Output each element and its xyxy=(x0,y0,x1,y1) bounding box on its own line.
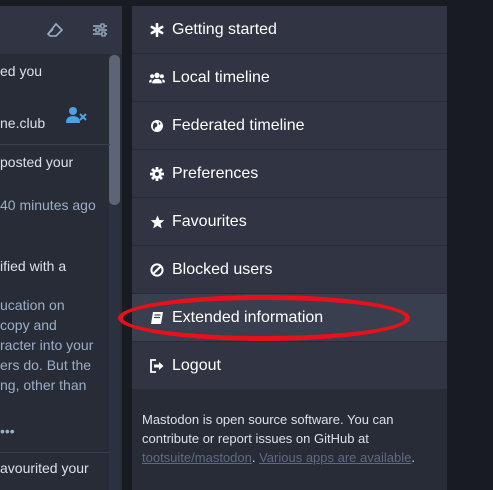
divider xyxy=(0,144,110,145)
notification-text: avourited your xyxy=(0,460,89,476)
divider xyxy=(0,452,110,453)
nav-item-label: Local timeline xyxy=(172,68,270,86)
status-content: ng, other than xyxy=(0,377,87,393)
footer-info: Mastodon is open source software. You ca… xyxy=(142,410,437,467)
notification-text: ed you xyxy=(0,63,43,79)
footer-text: Mastodon is open source software. You ca… xyxy=(142,412,394,446)
globe-icon xyxy=(149,118,165,134)
notification-account[interactable]: ne.club xyxy=(0,115,45,131)
notification-text: posted your xyxy=(0,154,74,170)
notification-timestamp[interactable]: 40 minutes ago xyxy=(0,197,96,213)
sign-out-icon xyxy=(149,358,165,374)
nav-item-label: Blocked users xyxy=(172,260,273,278)
asterisk-icon xyxy=(149,22,165,38)
nav-item-favourites[interactable]: Favourites xyxy=(132,198,447,246)
nav-item-label: Getting started xyxy=(172,20,277,38)
star-icon xyxy=(149,214,165,230)
status-content: racter into your xyxy=(0,337,94,353)
nav-item-logout[interactable]: Logout xyxy=(132,342,447,390)
nav-item-label: Favourites xyxy=(172,212,247,230)
nav-item-local-timeline[interactable]: Local timeline xyxy=(132,54,447,102)
eraser-icon[interactable] xyxy=(47,22,63,38)
users-icon xyxy=(149,70,165,86)
status-content: copy and xyxy=(0,317,57,333)
footer-end: . xyxy=(411,450,415,465)
nav-item-getting-started[interactable]: Getting started xyxy=(132,6,447,54)
status-content: ers do. But the xyxy=(0,357,92,373)
nav-item-federated-timeline[interactable]: Federated timeline xyxy=(132,102,447,150)
user-remove-icon[interactable] xyxy=(65,106,87,124)
nav-item-label: Extended information xyxy=(172,308,324,326)
book-icon xyxy=(149,310,165,326)
sliders-icon[interactable] xyxy=(92,22,108,38)
notifications-column: ed you ne.club posted your 40 minutes ag… xyxy=(0,6,122,490)
column-header xyxy=(0,6,122,54)
cog-icon xyxy=(149,166,165,182)
more-dots-icon[interactable]: ••• xyxy=(0,423,15,439)
nav-item-label: Logout xyxy=(172,356,221,374)
nav-item-label: Preferences xyxy=(172,164,259,182)
ban-icon xyxy=(149,262,165,278)
nav-item-blocked-users[interactable]: Blocked users xyxy=(132,246,447,294)
status-content: ucation on xyxy=(0,297,65,313)
repo-link[interactable]: tootsuite/mastodon xyxy=(142,450,252,465)
nav-item-extended-information[interactable]: Extended information xyxy=(132,294,447,342)
nav-item-preferences[interactable]: Preferences xyxy=(132,150,447,198)
getting-started-panel: Getting started Local timeline Federated… xyxy=(132,6,447,490)
scrollbar-thumb[interactable] xyxy=(109,55,120,205)
apps-link[interactable]: Various apps are available xyxy=(259,450,411,465)
footer-separator: . xyxy=(251,450,260,465)
nav-item-label: Federated timeline xyxy=(172,116,305,134)
status-content: ified with a xyxy=(0,258,67,274)
